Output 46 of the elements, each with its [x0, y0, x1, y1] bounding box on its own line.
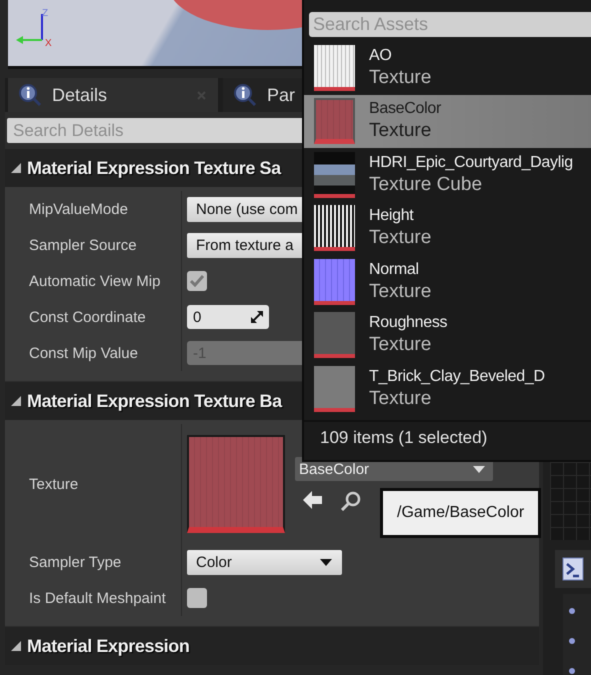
search-icon[interactable]: [341, 491, 361, 511]
axis-label: Z: [42, 9, 48, 19]
number-field[interactable]: 0: [187, 305, 269, 329]
dot-icon: [569, 638, 575, 644]
asset-type: Texture: [369, 334, 432, 356]
console-tab[interactable]: [555, 550, 591, 588]
path-tooltip: /Game/BaseColor: [380, 488, 542, 538]
panel-tab[interactable]: Details: [8, 78, 218, 112]
info-magnifier-icon: [18, 83, 42, 107]
texture-thumbnail[interactable]: [187, 435, 285, 533]
checkbox[interactable]: [187, 588, 207, 608]
asset-type: Texture: [369, 388, 432, 410]
dropdown[interactable]: Color: [187, 550, 342, 574]
asset-name: Normal: [369, 260, 420, 279]
asset-item[interactable]: AO Texture: [304, 41, 591, 94]
property-label: Const Mip Value: [29, 344, 138, 362]
asset-type: Texture: [369, 280, 432, 303]
asset-item[interactable]: Normal Texture: [304, 255, 591, 308]
asset-type: Texture: [369, 227, 432, 250]
checkbox[interactable]: [187, 271, 207, 291]
dot-icon: [569, 608, 575, 614]
asset-name: BaseColor: [369, 100, 442, 118]
drag-arrows-icon: [251, 311, 263, 323]
asset-name: AO: [369, 46, 393, 65]
section-header[interactable]: Material Expression: [5, 627, 539, 665]
caret-icon: [473, 466, 485, 472]
axis-label: X: [45, 39, 52, 49]
property-label: Texture: [29, 476, 78, 492]
property-label: Sampler Type: [29, 554, 122, 570]
property-label: Automatic View Mip: [29, 272, 160, 290]
asset-type: Texture: [369, 120, 432, 142]
asset-name: Roughness: [369, 314, 448, 332]
search-field[interactable]: Search Assets: [309, 12, 591, 37]
asset-item[interactable]: BaseColor Texture: [304, 94, 591, 148]
item-count: 109 items (1 selected): [304, 420, 591, 460]
property-label: Sampler Source: [29, 236, 137, 254]
dot-icon: [569, 668, 575, 674]
asset-name: Height: [369, 207, 415, 226]
console-icon: [562, 557, 584, 581]
property-label: Is Default Meshpaint: [29, 590, 166, 606]
left-arrow-icon[interactable]: [303, 491, 323, 509]
property-label: MipValueMode: [29, 200, 128, 218]
property-label: Const Coordinate: [29, 308, 146, 326]
asset-type: Texture: [369, 66, 432, 89]
caret-icon: [320, 558, 332, 566]
info-magnifier-icon: [233, 83, 257, 107]
